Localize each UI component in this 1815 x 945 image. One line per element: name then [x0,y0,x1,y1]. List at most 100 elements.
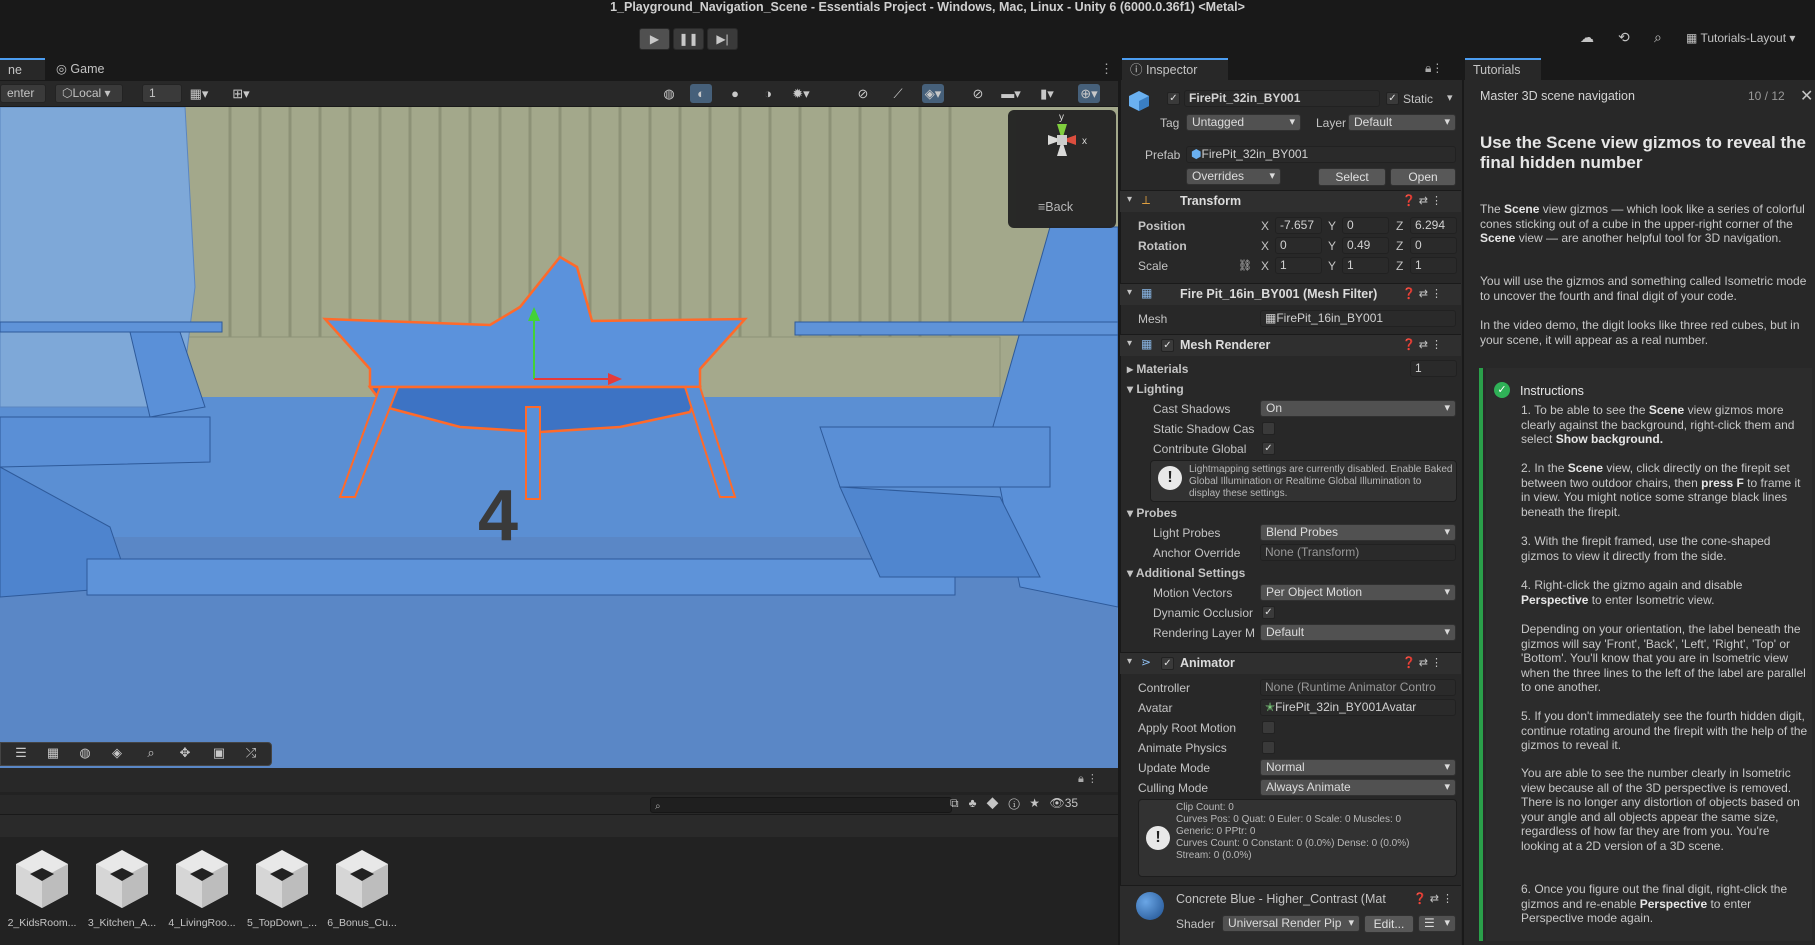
project-filter-icons[interactable]: ⧉ ♣ ◆ ⓘ ★ 👁︎35 [950,796,1078,811]
prefab-field[interactable]: ⬢FirePit_32in_BY001 [1186,146,1456,163]
asset-item[interactable]: 4_LivingRoo... [164,848,240,929]
position-y-field[interactable]: 0 [1342,217,1389,234]
grid-size-field[interactable]: 1 [142,84,182,103]
scale-z-field[interactable]: 1 [1410,257,1457,274]
tag-dropdown[interactable]: Untagged [1186,114,1301,131]
light-probes-dropdown[interactable]: Blend Probes [1260,524,1456,541]
pivot-dropdown[interactable]: enter ▾ [0,84,46,117]
asset-item[interactable]: 3_Kitchen_A... [84,848,160,929]
asset-item[interactable]: 5_TopDown_... [244,848,320,929]
animate-physics-checkbox[interactable] [1262,741,1275,754]
probes-foldout[interactable]: ▾ Probes [1127,506,1177,520]
camera-overlay-icon[interactable]: ▣ [206,745,232,761]
gizmo-label[interactable]: ≡Back [1038,200,1073,214]
component-menu-icons[interactable]: ❓ ⇄ ⋮ [1402,338,1442,351]
zoom-icon[interactable]: ⌕ [138,745,164,761]
sphere-icon[interactable]: ◍ [72,745,98,761]
grid-icon[interactable]: ▦ [40,745,66,761]
animator-checkbox[interactable]: ✓ [1161,657,1174,670]
step-button[interactable]: ▶| [707,28,738,50]
scene-viewport[interactable]: 4 [0,107,1118,768]
materials-count-field[interactable]: 1 [1410,360,1457,377]
component-menu-icons[interactable]: ❓ ⇄ ⋮ [1402,287,1442,300]
static-dropdown-icon[interactable]: ▾ [1447,91,1453,104]
mesh-field[interactable]: ▦FirePit_16in_BY001 [1260,310,1456,327]
lock-icon[interactable]: 🔒︎⋮ [1425,61,1443,76]
render-icon[interactable]: ▮▾ [1036,84,1058,103]
move-icon[interactable]: ✥ [172,745,198,761]
foldout-icon[interactable]: ▾ [1127,656,1132,667]
cast-shadows-dropdown[interactable]: On [1260,400,1456,417]
dynamic-occlusion-checkbox[interactable]: ✓ [1262,606,1275,619]
layers-icon[interactable]: ◈▾ [922,84,944,103]
object-name-field[interactable]: FirePit_32in_BY001 [1184,90,1380,107]
anchor-override-field[interactable]: None (Transform) [1260,544,1456,561]
materials-foldout[interactable]: ▸ Materials [1127,362,1188,376]
rotation-x-field[interactable]: 0 [1275,237,1322,254]
lighting-foldout[interactable]: ▾ Lighting [1127,382,1184,396]
update-mode-dropdown[interactable]: Normal [1260,759,1456,776]
shading-icon[interactable]: ● [724,84,746,103]
position-x-field[interactable]: -7.657 [1275,217,1322,234]
tab-game[interactable]: ◎ Game [48,58,112,80]
motion-vectors-dropdown[interactable]: Per Object Motion [1260,584,1456,601]
grid-visibility-icon[interactable]: ⊞▾ [230,84,252,103]
gizmos-icon[interactable]: ⊕▾ [1078,84,1100,103]
component-menu-icons[interactable]: ❓ ⇄ ⋮ [1402,194,1442,207]
layout-dropdown[interactable]: ▦ Tutorials-Layout ▾ [1686,31,1795,45]
overrides-dropdown[interactable]: Overrides [1186,168,1281,185]
search-icon[interactable]: ⌕ [1654,29,1662,46]
rotation-z-field[interactable]: 0 [1410,237,1457,254]
foldout-icon[interactable]: ▾ [1127,287,1132,298]
mesh-renderer-checkbox[interactable]: ✓ [1161,339,1174,352]
apply-root-motion-checkbox[interactable] [1262,721,1275,734]
draw-mode-icon[interactable]: ◍ [658,84,680,103]
rotation-y-field[interactable]: 0.49 [1342,237,1389,254]
tab-inspector[interactable]: ⓘ Inspector [1122,58,1228,80]
select-button[interactable]: Select [1318,168,1386,186]
tab-scene[interactable]: ne [0,58,45,80]
edit-shader-button[interactable]: Edit... [1364,915,1414,933]
layers-overlay-icon[interactable]: ◈ [104,745,130,761]
open-button[interactable]: Open [1390,168,1456,186]
project-search-input[interactable]: ⌕ [650,797,952,813]
2d-lighting-icon[interactable]: ◐ [690,84,712,103]
component-menu-icons[interactable]: ❓ ⇄ ⋮ [1413,892,1453,905]
scene-tab-menu-icon[interactable]: ⋮ [1100,61,1113,77]
space-dropdown[interactable]: ⬡Local ▾ [55,84,123,103]
fx-toggle-icon[interactable]: ⟋ [887,84,909,103]
layer-dropdown[interactable]: Default [1348,114,1456,131]
cloud-icon[interactable]: ☁ [1580,29,1594,46]
link-icon[interactable]: ⛓ [1238,259,1252,272]
foldout-icon[interactable]: ▾ [1127,338,1132,349]
shader-options-dropdown[interactable]: ☰ [1418,915,1456,932]
camera-icon[interactable]: ▬▾ [1000,84,1022,103]
avatar-field[interactable]: ✭FirePit_32in_BY001Avatar [1260,699,1456,716]
static-checkbox[interactable]: ✓ [1386,92,1399,105]
contribute-gi-checkbox[interactable]: ✓ [1262,442,1275,455]
visibility-icon[interactable]: ⊘ [967,84,989,103]
scale-x-field[interactable]: 1 [1275,257,1322,274]
static-shadow-checkbox[interactable] [1262,422,1275,435]
culling-mode-dropdown[interactable]: Always Animate [1260,779,1456,796]
fx-icon[interactable]: ✹▾ [790,84,812,103]
position-z-field[interactable]: 6.294 [1410,217,1457,234]
tab-tutorials[interactable]: Tutorials [1465,58,1541,80]
project-lock-icon[interactable]: 🔒︎ ⋮ [1078,772,1098,786]
close-icon[interactable]: ✕ [1800,86,1813,106]
grid-snap-icon[interactable]: ▦▾ [188,84,210,103]
asset-item[interactable]: 2_KidsRoom... [4,848,80,929]
asset-item[interactable]: 6_Bonus_Cu... [324,848,400,929]
active-checkbox[interactable]: ✓ [1167,92,1180,105]
wire-shading-icon[interactable]: ◑ [757,84,779,103]
additional-settings-foldout[interactable]: ▾ Additional Settings [1127,566,1245,580]
controller-field[interactable]: None (Runtime Animator Contro [1260,679,1456,696]
shader-dropdown[interactable]: Universal Render Pip [1222,915,1360,932]
component-menu-icons[interactable]: ❓ ⇄ ⋮ [1402,656,1442,669]
play-button[interactable]: ▶ [639,28,670,50]
rendering-layer-dropdown[interactable]: Default [1260,624,1456,641]
tools-icon[interactable]: ☰ [8,745,34,761]
pause-button[interactable]: ❚❚ [673,28,704,50]
shuffle-icon[interactable]: ⤮ [238,745,264,761]
scale-y-field[interactable]: 1 [1342,257,1389,274]
